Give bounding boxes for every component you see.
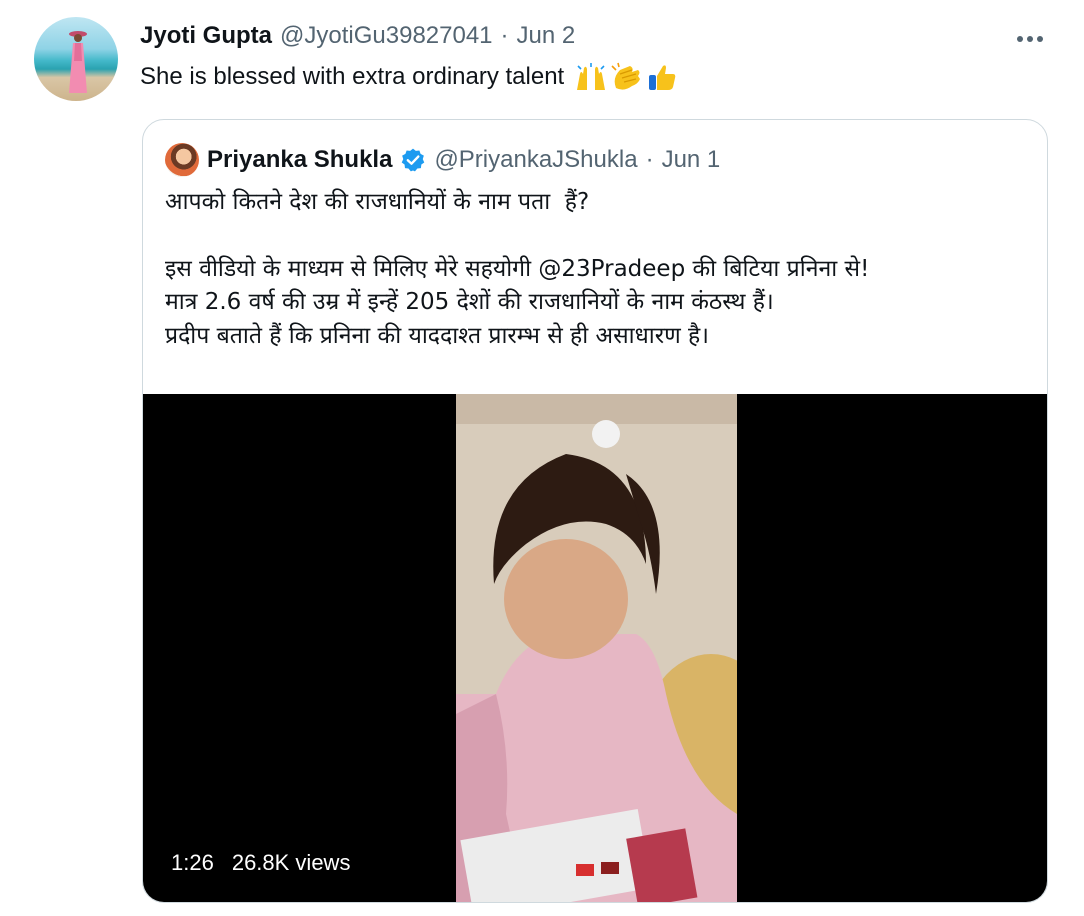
tweet-header: Jyoti Gupta @JyotiGu39827041 · Jun 2 xyxy=(140,22,575,58)
verified-badge-icon xyxy=(402,148,425,172)
quoted-author-name[interactable]: Priyanka Shukla xyxy=(207,146,392,174)
tweet[interactable]: Jyoti Gupta @JyotiGu39827041 · Jun 2 She… xyxy=(0,0,1084,916)
quoted-author-handle[interactable]: @PriyankaJShukla xyxy=(434,146,637,174)
more-horizontal-icon xyxy=(1017,36,1043,42)
quoted-tweet[interactable]: Priyanka Shukla @PriyankaJShukla · Jun 1… xyxy=(142,119,1048,903)
author-handle[interactable]: @JyotiGu39827041 xyxy=(280,22,493,50)
header-separator: · xyxy=(500,22,509,49)
thumbs-up-emoji xyxy=(649,65,676,90)
quoted-header: Priyanka Shukla @PriyankaJShukla · Jun 1 xyxy=(165,142,720,178)
quoted-text: आपको कितने देश की राजधानियों के नाम पता … xyxy=(165,186,1025,353)
emoji-row xyxy=(574,62,678,92)
quoted-date[interactable]: Jun 1 xyxy=(662,146,721,174)
video-player[interactable]: 1:26 26.8K views xyxy=(143,394,1047,902)
quoted-header-separator: · xyxy=(645,146,654,173)
quoted-text-line: आपको कितने देश की राजधानियों के नाम पता … xyxy=(165,189,590,215)
video-views: 26.8K views xyxy=(231,850,351,875)
video-frame[interactable] xyxy=(456,394,737,902)
video-duration: 1:26 xyxy=(171,850,214,875)
more-options-button[interactable] xyxy=(1012,24,1048,54)
quoted-text-line: मात्र 2.6 वर्ष की उम्र में इन्हें 205 दे… xyxy=(165,289,774,315)
quoted-author-avatar[interactable] xyxy=(165,143,199,177)
author-name[interactable]: Jyoti Gupta xyxy=(140,22,272,50)
video-info: 1:26 26.8K views xyxy=(171,850,350,876)
tweet-text-row: She is blessed with extra ordinary talen… xyxy=(140,62,678,92)
clapping-hands-emoji xyxy=(611,62,641,90)
tweet-date[interactable]: Jun 2 xyxy=(517,22,576,50)
author-avatar[interactable] xyxy=(34,17,118,101)
tweet-text: She is blessed with extra ordinary talen… xyxy=(140,63,565,90)
quoted-text-line: इस वीडियो के माध्यम से मिलिए मेरे सहयोगी… xyxy=(165,255,870,282)
avatar-figure-icon xyxy=(69,31,87,93)
raising-hands-emoji xyxy=(577,63,606,90)
video-thumbnail-image xyxy=(456,394,737,902)
quoted-text-line: प्रदीप बताते हैं कि प्रनिना की याददाश्त … xyxy=(165,322,709,349)
